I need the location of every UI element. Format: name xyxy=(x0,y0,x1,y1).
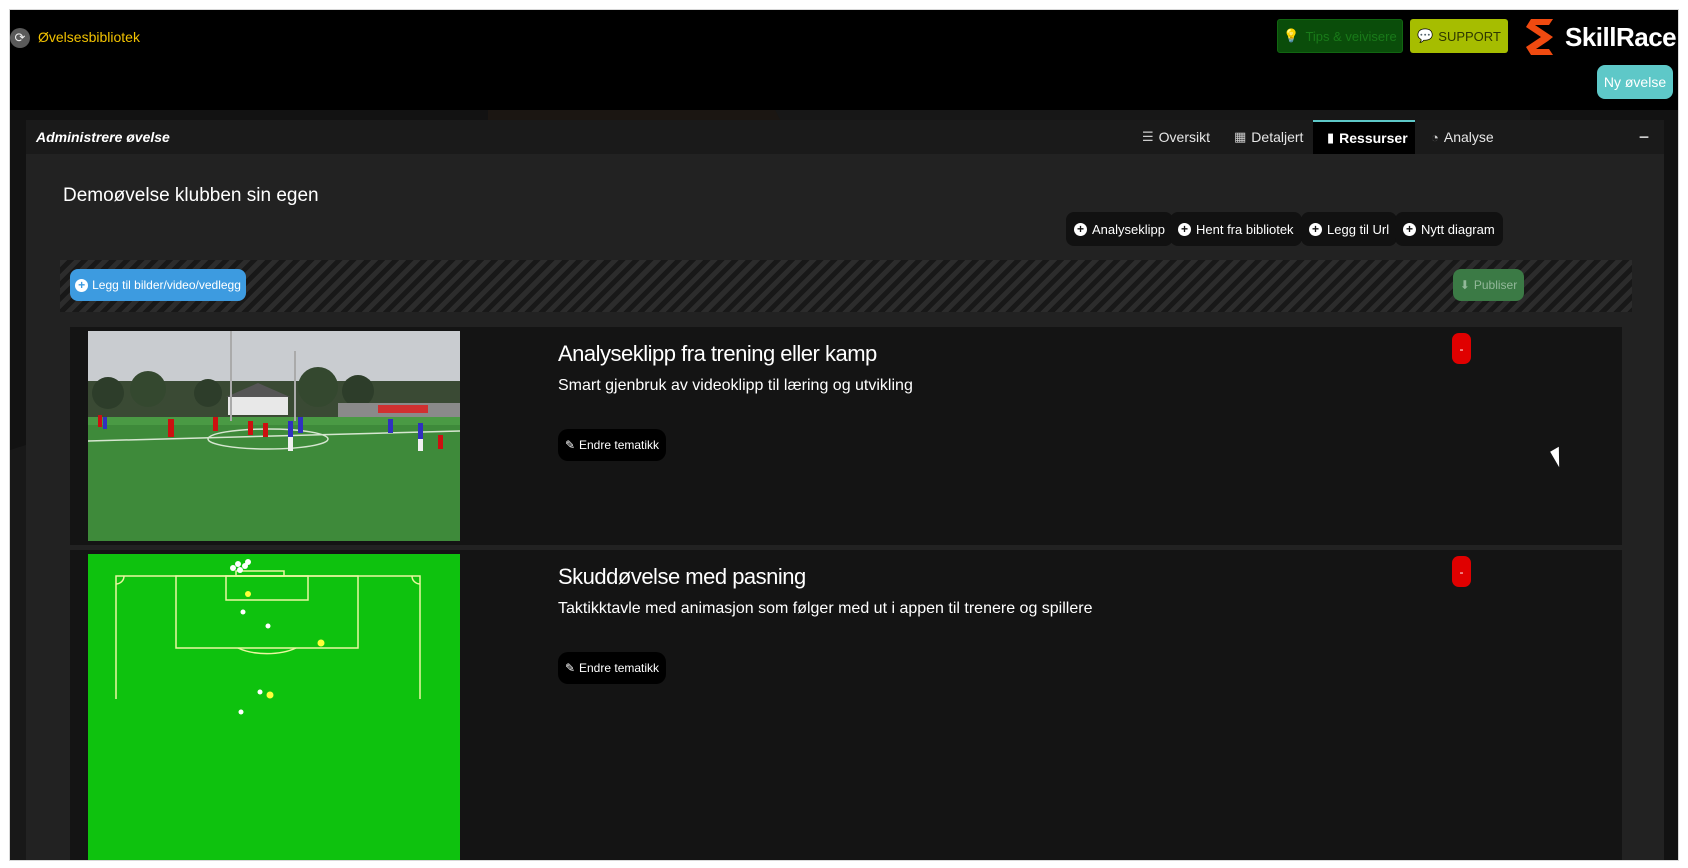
clipboard-icon: ▮ xyxy=(1327,130,1335,145)
resource-title: Skuddøvelse med pasning xyxy=(558,564,806,589)
video-thumbnail[interactable] xyxy=(88,331,460,541)
tactics-board-diagram xyxy=(88,554,460,860)
skillrace-logo[interactable]: SkillRace xyxy=(1523,13,1677,61)
tab-oversikt[interactable]: ☰ Oversikt xyxy=(1128,120,1224,154)
add-media-label: Legg til bilder/video/vedlegg xyxy=(92,278,241,292)
manage-exercise-panel: Administrere øvelse ☰ Oversikt ▦ Detalje… xyxy=(26,120,1664,860)
plus-circle-icon: + xyxy=(75,278,89,292)
plus-circle-icon: + xyxy=(1403,222,1416,236)
delete-resource-button[interactable]: - xyxy=(1452,556,1471,587)
tab-detaljert[interactable]: ▦ Detaljert xyxy=(1220,120,1317,154)
list-icon: ☰ xyxy=(1142,129,1154,144)
tab-ressurser[interactable]: ▮ Ressurser xyxy=(1313,120,1415,154)
skillrace-logo-icon xyxy=(1526,19,1553,55)
panel-header: Administrere øvelse ☰ Oversikt ▦ Detalje… xyxy=(26,120,1664,154)
resource-subtitle: Smart gjenbruk av videoklipp til læring … xyxy=(558,377,913,394)
add-media-button[interactable]: + Legg til bilder/video/vedlegg xyxy=(70,269,246,301)
support-label: SUPPORT xyxy=(1438,28,1501,44)
publish-button[interactable]: ⬇ Publiser xyxy=(1453,269,1524,301)
action-label: Legg til Url xyxy=(1327,221,1390,237)
action-label: Nytt diagram xyxy=(1421,221,1495,237)
refresh-icon[interactable]: ⟳ xyxy=(10,28,30,48)
clock-icon: ◔ xyxy=(1431,129,1439,145)
breadcrumb[interactable]: Øvelsesbibliotek xyxy=(38,29,140,45)
support-button[interactable]: 💬 SUPPORT xyxy=(1410,19,1508,53)
diagram-thumbnail[interactable] xyxy=(88,554,460,860)
chat-bubbles-icon: 💬 xyxy=(1417,28,1434,43)
new-diagram-button[interactable]: + Nytt diagram xyxy=(1395,212,1503,246)
resource-subtitle: Taktikktavle med animasjon som følger me… xyxy=(558,600,1093,617)
fetch-from-library-button[interactable]: + Hent fra bibliotek xyxy=(1170,212,1302,246)
action-label: Hent fra bibliotek xyxy=(1196,221,1294,237)
action-label: Analyseklipp xyxy=(1092,221,1165,237)
logo-text: SkillRace xyxy=(1565,21,1677,52)
tab-analyse[interactable]: ◔ Analyse xyxy=(1417,120,1508,154)
app-window: ⟳ Øvelsesbibliotek 💡 Tips & veivisere 💬 … xyxy=(9,9,1679,861)
plus-circle-icon: + xyxy=(1074,222,1087,236)
tips-label: Tips & veivisere xyxy=(1305,28,1397,44)
collapse-button[interactable]: − xyxy=(1634,120,1654,154)
tab-label: Detaljert xyxy=(1251,129,1304,145)
tips-button[interactable]: 💡 Tips & veivisere xyxy=(1277,19,1403,53)
edit-label: Endre tematikk xyxy=(579,438,660,452)
football-match-image xyxy=(88,331,460,541)
publish-label: Publiser xyxy=(1473,278,1518,292)
edit-icon: ✎ xyxy=(564,438,575,452)
add-url-button[interactable]: + Legg til Url xyxy=(1301,212,1398,246)
add-analyseklipp-button[interactable]: + Analyseklipp xyxy=(1066,212,1173,246)
edit-theme-button[interactable]: ✎ Endre tematikk xyxy=(558,652,666,684)
edit-theme-button[interactable]: ✎ Endre tematikk xyxy=(558,429,666,461)
resource-title: Analyseklipp fra trening eller kamp xyxy=(558,341,877,366)
edit-label: Endre tematikk xyxy=(579,661,660,675)
exercise-title: Demoøvelse klubben sin egen xyxy=(63,185,319,206)
panel-title: Administrere øvelse xyxy=(36,129,170,145)
edit-icon: ✎ xyxy=(564,661,575,675)
download-icon: ⬇ xyxy=(1459,278,1470,292)
new-exercise-button[interactable]: Ny øvelse xyxy=(1597,65,1673,99)
plus-circle-icon: + xyxy=(1178,222,1191,236)
plus-circle-icon: + xyxy=(1309,222,1322,236)
tab-label: Analyse xyxy=(1443,129,1494,145)
tab-label: Oversikt xyxy=(1158,129,1210,145)
resource-item: Skuddøvelse med pasning Taktikktavle med… xyxy=(70,550,1622,860)
resource-item: Analyseklipp fra trening eller kamp Smar… xyxy=(70,327,1622,545)
upload-dropzone[interactable]: + Legg til bilder/video/vedlegg ⬇ Publis… xyxy=(60,260,1632,312)
lightbulb-icon: 💡 xyxy=(1283,28,1300,43)
top-bar: ⟳ Øvelsesbibliotek 💡 Tips & veivisere 💬 … xyxy=(10,10,1678,110)
tab-label: Ressurser xyxy=(1339,130,1408,146)
delete-resource-button[interactable]: - xyxy=(1452,333,1471,364)
calendar-icon: ▦ xyxy=(1234,129,1247,144)
